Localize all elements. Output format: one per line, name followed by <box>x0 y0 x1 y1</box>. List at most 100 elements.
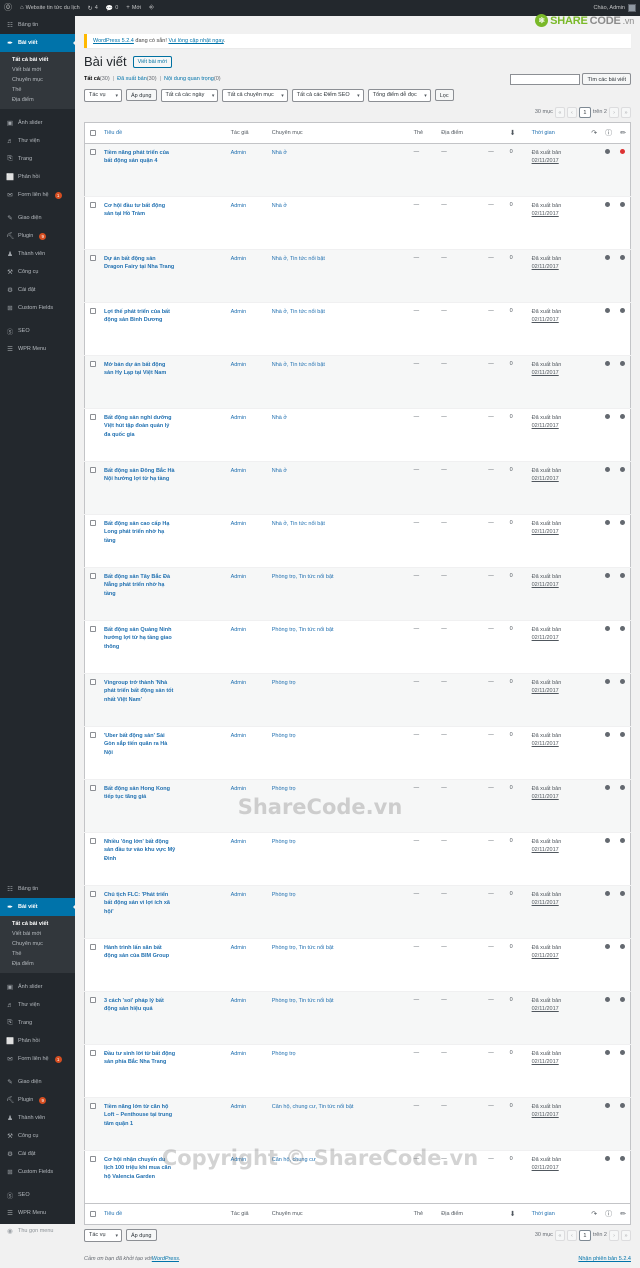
adminbar-account[interactable]: Chào, Admin <box>594 4 640 12</box>
bulk-action-select[interactable]: Tác vụ <box>84 89 122 102</box>
cell-readability-score[interactable] <box>616 939 630 992</box>
cell-title[interactable]: Lợi thế phát triển của bất động sản Bình… <box>100 303 227 356</box>
filter-readability-select[interactable]: Tổng điểm dễ đọc <box>368 89 431 102</box>
row-select-cell[interactable] <box>85 886 101 939</box>
row-select-cell[interactable] <box>85 727 101 780</box>
sidebar-item-dashboard[interactable]: ☷ Bảng tin <box>0 880 75 898</box>
cell-comments[interactable]: 0 <box>506 833 528 886</box>
sidebar-item-posts[interactable]: ✒ Bài viết <box>0 898 75 916</box>
row-checkbox[interactable] <box>90 838 96 844</box>
cell-categories[interactable]: Căn hộ, chung cư <box>268 1151 410 1204</box>
cell-comments[interactable]: 0 <box>506 939 528 992</box>
select-all-footer[interactable] <box>85 1204 101 1225</box>
cell-comments[interactable]: 0 <box>506 197 528 250</box>
cell-categories[interactable]: Nhà ở, Tin tức nổi bật <box>268 356 410 409</box>
cell-duplicate[interactable] <box>587 939 601 992</box>
cell-title[interactable]: Chủ tịch FLC: 'Phát triển bất động sản v… <box>100 886 227 939</box>
cell-title[interactable]: Bất động sản cao cấp Hạ Long phát triển … <box>100 515 227 568</box>
row-checkbox[interactable] <box>90 944 96 950</box>
table-row[interactable]: Bất động sản Đông Bắc Hà Nội hưởng lợi t… <box>85 462 631 515</box>
cell-comments[interactable]: 0 <box>506 886 528 939</box>
sidebar-item-slider-images[interactable]: ▣ Ảnh slider <box>0 978 75 996</box>
adminbar-wp-logo[interactable]: ⓪ <box>0 0 16 16</box>
cell-title[interactable]: 3 cách 'soi' pháp lý bất động sản hiệu q… <box>100 992 227 1045</box>
cell-duplicate[interactable] <box>587 780 601 833</box>
post-title-link[interactable]: 3 cách 'soi' pháp lý bất động sản hiệu q… <box>104 997 176 1014</box>
pagination-next-button[interactable]: › <box>609 107 619 118</box>
sidebar-item-comments[interactable]: ⬜ Phản hồi <box>0 1032 75 1050</box>
row-checkbox[interactable] <box>90 891 96 897</box>
table-row[interactable]: Cơ hội đầu tư bất động sản tại Hồ TràmAd… <box>85 197 631 250</box>
row-checkbox[interactable] <box>90 732 96 738</box>
cell-duplicate[interactable] <box>587 409 601 462</box>
row-checkbox[interactable] <box>90 785 96 791</box>
sidebar-item-posts[interactable]: ✒ Bài viết <box>0 34 75 52</box>
apply-bulk-action-button-bottom[interactable]: Áp dụng <box>126 1229 157 1241</box>
row-checkbox[interactable] <box>90 255 96 261</box>
sidebar-subitem-all-posts[interactable]: Tất cả bài viết <box>0 919 75 929</box>
cell-readability-score[interactable] <box>616 780 630 833</box>
cell-title[interactable]: Bất động sản nghỉ dưỡng Việt hút tập đoà… <box>100 409 227 462</box>
filter-button[interactable]: Lọc <box>435 89 454 101</box>
cell-title[interactable]: Tiềm năng lớn từ căn hộ Loft – Penthouse… <box>100 1098 227 1151</box>
cell-seo-score[interactable] <box>601 939 616 992</box>
cell-title[interactable]: Cơ hội đầu tư bất động sản tại Hồ Tràm <box>100 197 227 250</box>
cell-duplicate[interactable] <box>587 1045 601 1098</box>
table-row[interactable]: Bất động sản Tây Bắc Đà Nẵng phát triển … <box>85 568 631 621</box>
cell-title[interactable]: Hành trình lấn sân bất động sản của BIM … <box>100 939 227 992</box>
cell-author[interactable]: Admin <box>227 674 268 727</box>
sidebar-item-pages[interactable]: ⎘ Trang <box>0 150 75 168</box>
cell-readability-score[interactable] <box>616 1098 630 1151</box>
row-select-cell[interactable] <box>85 1151 101 1204</box>
cell-author[interactable]: Admin <box>227 727 268 780</box>
sidebar-item-tools[interactable]: ⚒ Công cụ <box>0 1127 75 1145</box>
cell-readability-score[interactable] <box>616 409 630 462</box>
sidebar-item-contact-form[interactable]: ✉ Form liên hệ 1 <box>0 1050 75 1068</box>
sidebar-subitem-new-post[interactable]: Viết bài mới <box>0 929 75 939</box>
search-input[interactable] <box>510 74 580 85</box>
row-select-cell[interactable] <box>85 250 101 303</box>
cell-seo-score[interactable] <box>601 886 616 939</box>
cell-duplicate[interactable] <box>587 144 601 197</box>
pagination-next-button-bottom[interactable]: › <box>609 1230 619 1241</box>
cell-seo-score[interactable] <box>601 833 616 886</box>
post-title-link[interactable]: Nhiều 'ông lớn' bất động sản đầu tư vào … <box>104 838 176 863</box>
sidebar-item-plugins[interactable]: ⛏ Plugin 9 <box>0 1091 75 1109</box>
pagination-prev-button[interactable]: ‹ <box>567 107 577 118</box>
cell-duplicate[interactable] <box>587 197 601 250</box>
cell-author[interactable]: Admin <box>227 303 268 356</box>
row-select-cell[interactable] <box>85 833 101 886</box>
cell-readability-score[interactable] <box>616 621 630 674</box>
post-title-link[interactable]: Bất động sản cao cấp Hạ Long phát triển … <box>104 520 176 545</box>
view-all-link[interactable]: Tất cả <box>84 76 100 82</box>
sidebar-item-comments[interactable]: ⬜ Phản hồi <box>0 168 75 186</box>
cell-title[interactable]: Mở bán dự án bất động sản Hy Lạp tại Việ… <box>100 356 227 409</box>
cell-duplicate[interactable] <box>587 250 601 303</box>
cell-title[interactable]: Dự án bất động sản Dragon Fairy tại Nha … <box>100 250 227 303</box>
column-footer-title[interactable]: Tiêu đề <box>100 1204 227 1225</box>
cell-readability-score[interactable] <box>616 674 630 727</box>
cell-readability-score[interactable] <box>616 250 630 303</box>
sidebar-item-seo[interactable]: Ⓢ SEO <box>0 322 75 340</box>
sidebar-item-users[interactable]: ♟ Thành viên <box>0 245 75 263</box>
cell-duplicate[interactable] <box>587 833 601 886</box>
sidebar-item-plugins[interactable]: ⛏ Plugin 9 <box>0 227 75 245</box>
post-title-link[interactable]: Mở bán dự án bất động sản Hy Lạp tại Việ… <box>104 361 176 378</box>
cell-author[interactable]: Admin <box>227 462 268 515</box>
cell-readability-score[interactable] <box>616 462 630 515</box>
table-row[interactable]: Bất động sản cao cấp Hạ Long phát triển … <box>85 515 631 568</box>
cell-duplicate[interactable] <box>587 356 601 409</box>
cell-author[interactable]: Admin <box>227 833 268 886</box>
bulk-action-select-bottom[interactable]: Tác vụ <box>84 1229 122 1242</box>
cell-categories[interactable]: Phòng trọ <box>268 886 410 939</box>
cell-seo-score[interactable] <box>601 197 616 250</box>
cell-categories[interactable]: Phòng trọ <box>268 674 410 727</box>
cell-comments[interactable]: 0 <box>506 250 528 303</box>
cell-seo-score[interactable] <box>601 1045 616 1098</box>
cell-categories[interactable]: Phòng trọ, Tin tức nổi bật <box>268 621 410 674</box>
row-checkbox[interactable] <box>90 467 96 473</box>
sidebar-item-appearance[interactable]: ✎ Giao diện <box>0 209 75 227</box>
cell-categories[interactable]: Nhà ở <box>268 462 410 515</box>
cell-title[interactable]: Vingroup trở thành 'Nhà phát triển bất đ… <box>100 674 227 727</box>
cell-title[interactable]: 'Uber bất động sản' Sài Gòn sắp tiến quâ… <box>100 727 227 780</box>
